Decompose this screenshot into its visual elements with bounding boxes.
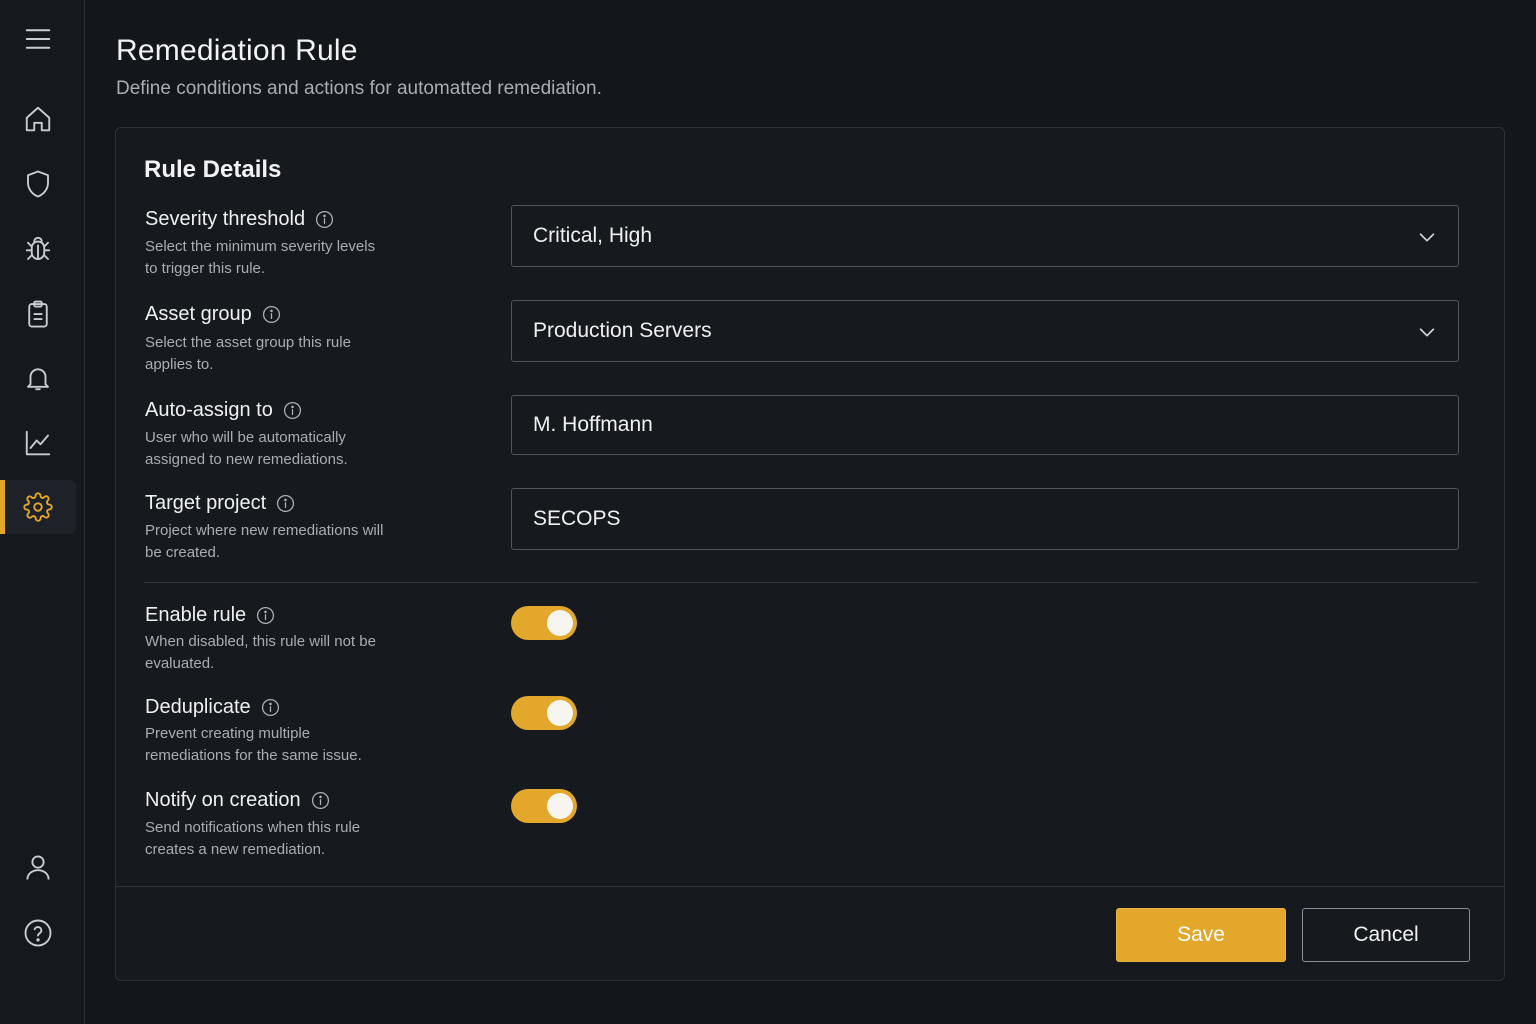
info-icon[interactable]	[256, 606, 275, 625]
info-icon[interactable]	[311, 791, 330, 810]
nav-home[interactable]	[0, 92, 76, 146]
info-icon[interactable]	[262, 305, 281, 324]
nav-security[interactable]	[0, 157, 76, 211]
section-divider	[144, 582, 1478, 583]
cancel-button[interactable]: Cancel	[1302, 908, 1470, 962]
page-subtitle: Define conditions and actions for automa…	[116, 78, 602, 99]
info-icon[interactable]	[261, 698, 280, 717]
enable-rule-label: Enable rule	[145, 604, 275, 627]
info-icon[interactable]	[276, 494, 295, 513]
notify-on-creation-label-text: Notify on creation	[145, 789, 301, 811]
card-title: Rule Details	[144, 156, 282, 183]
bug-icon	[25, 236, 51, 260]
severity-threshold-description: Select the minimum severity levels to tr…	[145, 238, 376, 277]
rule-details-card: Rule Details Severity threshold Select t…	[115, 127, 1505, 981]
chevron-down-icon	[1419, 233, 1435, 242]
gear-icon	[23, 492, 53, 522]
auto-assign-label: Auto-assign to	[145, 399, 302, 422]
page-title: Remediation Rule	[116, 34, 358, 67]
toggle-knob	[547, 610, 573, 636]
nav-analytics[interactable]	[0, 416, 76, 470]
bell-icon	[27, 368, 49, 391]
sidebar	[0, 0, 85, 1024]
nav-help[interactable]	[0, 906, 76, 960]
target-project-label: Target project	[145, 492, 295, 515]
auto-assign-description: User who will be automatically assigned …	[145, 429, 348, 468]
severity-threshold-value: Critical, High	[533, 224, 653, 247]
shield-icon	[27, 170, 49, 198]
nav-alerts[interactable]	[0, 351, 76, 405]
nav-vulnerabilities[interactable]	[0, 222, 76, 276]
enable-rule-toggle[interactable]	[511, 606, 577, 640]
chevron-down-icon	[1419, 328, 1435, 337]
target-project-input[interactable]: SECOPS	[511, 488, 1459, 550]
nav-profile[interactable]	[0, 840, 76, 894]
target-project-value: SECOPS	[533, 507, 621, 530]
menu-button[interactable]	[0, 12, 76, 66]
user-icon	[26, 855, 50, 880]
menu-icon	[25, 29, 51, 49]
toggle-knob	[547, 793, 573, 819]
notify-on-creation-toggle[interactable]	[511, 789, 577, 823]
chart-icon	[25, 430, 51, 456]
deduplicate-label: Deduplicate	[145, 696, 280, 719]
info-icon[interactable]	[315, 210, 334, 229]
nav-reports[interactable]	[0, 287, 76, 341]
severity-threshold-select[interactable]: Critical, High	[511, 205, 1459, 267]
asset-group-label-text: Asset group	[145, 303, 252, 325]
asset-group-select[interactable]: Production Servers	[511, 300, 1459, 362]
auto-assign-input[interactable]: M. Hoffmann	[511, 395, 1459, 455]
severity-threshold-label: Severity threshold	[145, 208, 334, 231]
target-project-description: Project where new remediations will be c…	[145, 522, 384, 561]
asset-group-label: Asset group	[145, 303, 281, 326]
asset-group-value: Production Servers	[533, 319, 712, 342]
target-project-label-text: Target project	[145, 492, 267, 514]
info-icon[interactable]	[283, 401, 302, 420]
enable-rule-label-text: Enable rule	[145, 604, 247, 626]
save-button[interactable]: Save	[1116, 908, 1286, 962]
severity-threshold-label-text: Severity threshold	[145, 208, 306, 230]
footer-divider	[116, 886, 1504, 887]
deduplicate-toggle[interactable]	[511, 696, 577, 730]
toggle-knob	[547, 700, 573, 726]
enable-rule-description: When disabled, this rule will not be eva…	[145, 633, 376, 672]
asset-group-description: Select the asset group this rule applies…	[145, 334, 351, 373]
notify-on-creation-description: Send notifications when this rule create…	[145, 819, 361, 858]
auto-assign-label-text: Auto-assign to	[145, 399, 273, 421]
nav-settings[interactable]	[0, 480, 76, 534]
auto-assign-value: M. Hoffmann	[533, 413, 653, 436]
notify-on-creation-label: Notify on creation	[145, 789, 330, 812]
clipboard-icon	[28, 300, 48, 328]
home-icon	[25, 106, 51, 132]
deduplicate-description: Prevent creating multiple remediations f…	[145, 725, 362, 764]
deduplicate-label-text: Deduplicate	[145, 696, 251, 718]
help-icon	[24, 919, 52, 947]
